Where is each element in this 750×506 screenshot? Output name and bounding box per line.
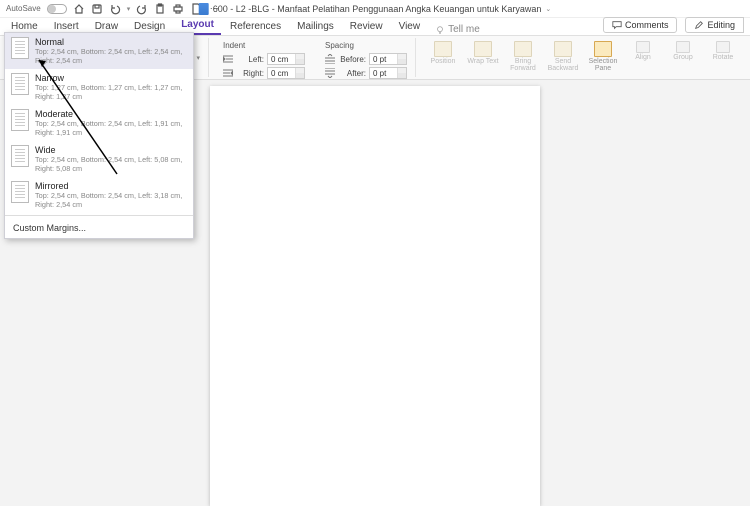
custom-margins-button[interactable]: Custom Margins... <box>5 218 193 238</box>
selection-pane-icon <box>594 41 612 57</box>
titlebar: AutoSave ▾ ⋯ 600 - L2 -BLG - Manfaat Pel… <box>0 0 750 18</box>
editing-mode-button[interactable]: Editing <box>685 17 744 33</box>
margins-option-normal[interactable]: NormalTop: 2,54 cm, Bottom: 2,54 cm, Lef… <box>5 33 193 69</box>
document-title-area[interactable]: 600 - L2 -BLG - Manfaat Pelatihan Penggu… <box>199 3 552 15</box>
spacing-after-icon <box>325 68 335 78</box>
group-icon <box>676 41 690 53</box>
margins-thumb-icon <box>11 109 29 131</box>
indent-left-icon <box>223 54 233 64</box>
tab-view[interactable]: View <box>392 18 428 35</box>
margins-desc: Top: 2,54 cm, Bottom: 2,54 cm, Left: 2,5… <box>35 47 187 65</box>
tab-mailings[interactable]: Mailings <box>290 18 341 35</box>
margins-thumb-icon <box>11 145 29 167</box>
home-icon[interactable] <box>73 3 85 15</box>
undo-dropdown-chevron-icon[interactable]: ▾ <box>127 5 131 13</box>
bring-forward-button[interactable]: Bring Forward <box>506 41 540 73</box>
line-numbers-chevron-icon[interactable]: ▾ <box>197 54 201 62</box>
comment-icon <box>612 20 622 30</box>
margins-name: Normal <box>35 37 187 47</box>
indent-right-label: Right: <box>236 69 264 78</box>
arrange-group: Position Wrap Text Bring Forward Send Ba… <box>420 38 746 77</box>
margins-option-moderate[interactable]: ModerateTop: 2,54 cm, Bottom: 2,54 cm, L… <box>5 105 193 141</box>
margins-option-narrow[interactable]: NarrowTop: 1,27 cm, Bottom: 1,27 cm, Lef… <box>5 69 193 105</box>
indent-header: Indent <box>223 41 305 50</box>
comments-button[interactable]: Comments <box>603 17 678 33</box>
word-doc-icon <box>199 3 209 15</box>
wrap-text-button[interactable]: Wrap Text <box>466 41 500 65</box>
margins-thumb-icon <box>11 73 29 95</box>
dropdown-separator <box>5 215 193 216</box>
pencil-icon <box>694 20 704 30</box>
margins-thumb-icon <box>11 181 29 203</box>
editing-label: Editing <box>707 20 735 30</box>
spacing-header: Spacing <box>325 41 407 50</box>
spacing-after-label: After: <box>338 69 366 78</box>
margins-option-wide[interactable]: WideTop: 2,54 cm, Bottom: 2,54 cm, Left:… <box>5 141 193 177</box>
spacing-before-label: Before: <box>338 55 366 64</box>
autosave-toggle[interactable] <box>47 4 67 14</box>
send-backward-icon <box>554 41 572 57</box>
margins-desc: Top: 2,54 cm, Bottom: 2,54 cm, Left: 5,0… <box>35 155 187 173</box>
margins-name: Narrow <box>35 73 187 83</box>
tab-review[interactable]: Review <box>343 18 390 35</box>
tell-me-label: Tell me <box>448 24 480 35</box>
lightbulb-icon <box>435 25 445 35</box>
spacing-after-input[interactable]: 0 pt <box>369 67 407 79</box>
margins-name: Mirrored <box>35 181 187 191</box>
comments-label: Comments <box>625 20 669 30</box>
tab-references[interactable]: References <box>223 18 288 35</box>
margins-thumb-icon <box>11 37 29 59</box>
spacing-before-input[interactable]: 0 pt <box>369 53 407 65</box>
align-icon <box>636 41 650 53</box>
bring-forward-icon <box>514 41 532 57</box>
title-chevron-icon[interactable]: ⌄ <box>545 5 551 13</box>
clipboard-icon[interactable] <box>154 3 166 15</box>
document-title: 600 - L2 -BLG - Manfaat Pelatihan Penggu… <box>213 4 542 14</box>
indent-left-label: Left: <box>236 55 264 64</box>
send-backward-button[interactable]: Send Backward <box>546 41 580 73</box>
indent-left-input[interactable]: 0 cm <box>267 53 305 65</box>
margins-option-mirrored[interactable]: MirroredTop: 2,54 cm, Bottom: 2,54 cm, L… <box>5 177 193 213</box>
indent-subgroup: Indent Left: 0 cm Right: 0 cm <box>223 41 305 79</box>
tell-me-search[interactable]: Tell me <box>435 24 480 35</box>
indent-right-icon <box>223 68 233 78</box>
autosave-label: AutoSave <box>6 4 41 13</box>
wrap-text-icon <box>474 41 492 57</box>
rotate-button[interactable]: Rotate <box>706 41 740 61</box>
spacing-subgroup: Spacing Before: 0 pt After: 0 pt <box>325 41 407 79</box>
margins-name: Wide <box>35 145 187 155</box>
position-button[interactable]: Position <box>426 41 460 65</box>
page-1[interactable] <box>210 86 540 506</box>
align-button[interactable]: Align <box>626 41 660 61</box>
indent-right-input[interactable]: 0 cm <box>267 67 305 79</box>
group-button[interactable]: Group <box>666 41 700 61</box>
margins-desc: Top: 1,27 cm, Bottom: 1,27 cm, Left: 1,2… <box>35 83 187 101</box>
undo-icon[interactable] <box>109 3 121 15</box>
quick-access-toolbar: AutoSave ▾ ⋯ <box>6 3 220 15</box>
redo-icon[interactable] <box>136 3 148 15</box>
print-icon[interactable] <box>172 3 184 15</box>
position-icon <box>434 41 452 57</box>
selection-pane-button[interactable]: Selection Pane <box>586 41 620 73</box>
margins-desc: Top: 2,54 cm, Bottom: 2,54 cm, Left: 3,1… <box>35 191 187 209</box>
rotate-icon <box>716 41 730 53</box>
spacing-before-icon <box>325 54 335 64</box>
paragraph-group: Indent Left: 0 cm Right: 0 cm Spacing Be… <box>213 38 416 77</box>
margins-desc: Top: 2,54 cm, Bottom: 2,54 cm, Left: 1,9… <box>35 119 187 137</box>
margins-name: Moderate <box>35 109 187 119</box>
margins-dropdown: NormalTop: 2,54 cm, Bottom: 2,54 cm, Lef… <box>4 32 194 239</box>
save-icon[interactable] <box>91 3 103 15</box>
